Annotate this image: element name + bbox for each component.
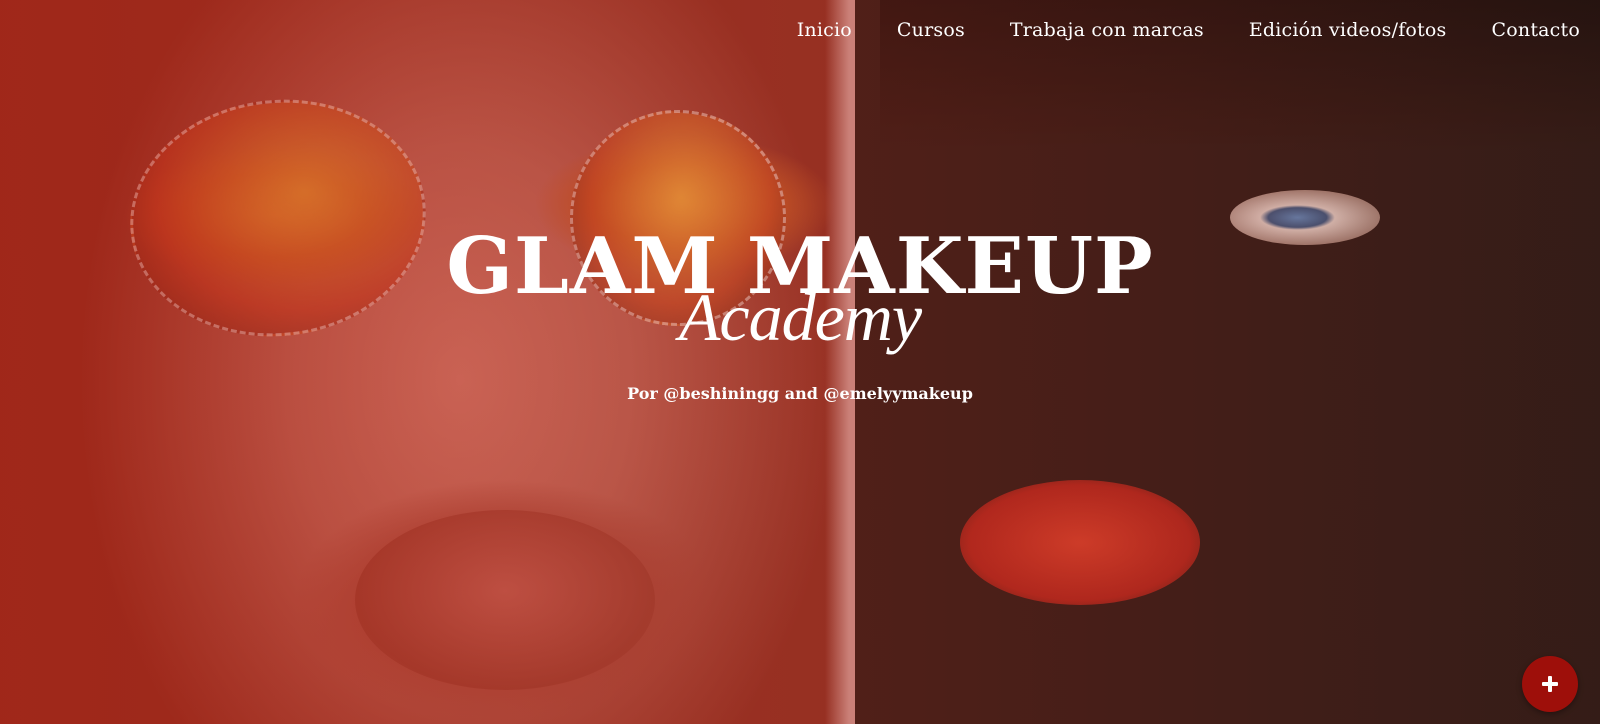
nav-item-contacto[interactable]: Contacto [1492,19,1581,41]
hero-section [0,0,1600,724]
hero-script-title: Academy [678,279,922,355]
nav-item-cursos[interactable]: Cursos [897,19,965,41]
hero-subtitle: Por @beshiningg and @emelyymakeup [627,384,973,403]
floating-action-button[interactable] [1522,656,1578,712]
plus-icon [1542,676,1558,692]
main-nav: Inicio Cursos Trabaja con marcas Edición… [752,16,1580,44]
red-tint-overlay [0,0,1600,724]
nav-item-edicion-videos-fotos[interactable]: Edición videos/fotos [1249,19,1447,41]
nav-item-trabaja-con-marcas[interactable]: Trabaja con marcas [1010,19,1204,41]
nav-item-inicio[interactable]: Inicio [797,19,852,41]
